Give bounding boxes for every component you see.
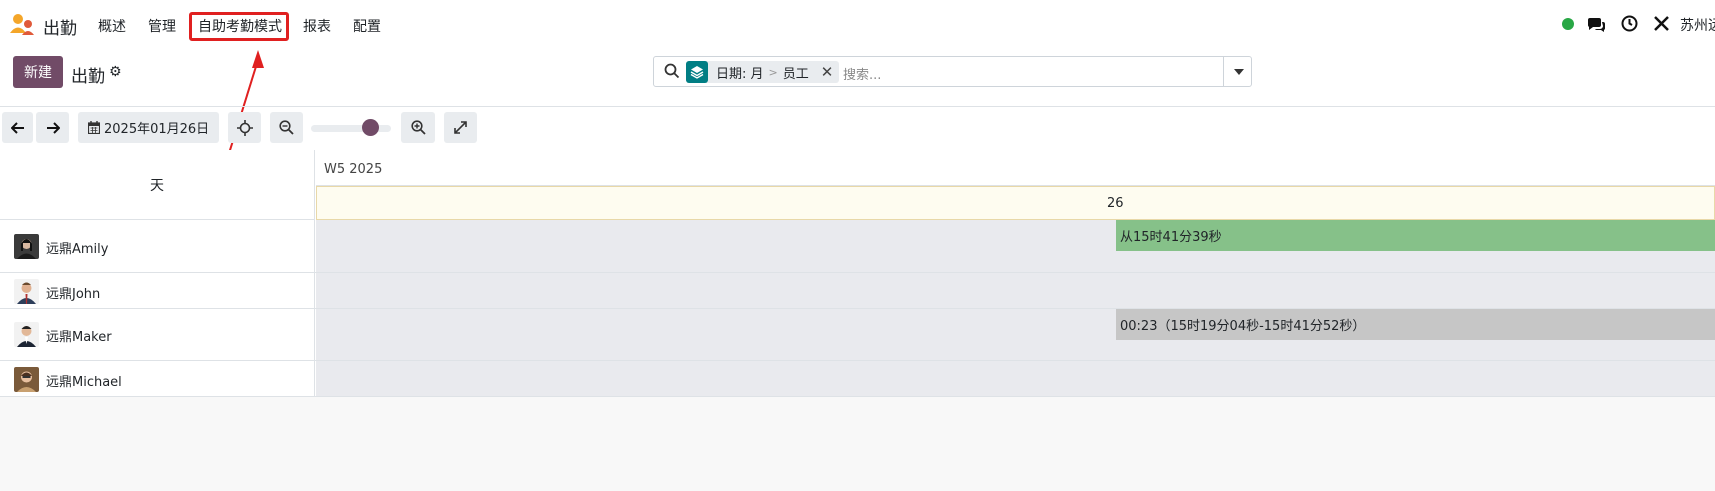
employee-name[interactable]: 远鼎Michael (46, 371, 122, 390)
employee-name[interactable]: 远鼎Amily (46, 238, 108, 257)
gantt-view: 天 W5 2025 26 远鼎Amily 从15时41分39秒 远鼎John 远… (0, 150, 1715, 491)
week-label: W5 2025 (324, 162, 383, 177)
zoom-in-button[interactable] (401, 112, 435, 143)
previous-button[interactable] (2, 112, 33, 143)
close-icon[interactable]: ✕ (821, 63, 834, 81)
gear-icon[interactable]: ⚙ (109, 64, 122, 80)
arrow-right-icon (46, 121, 60, 134)
row-timeline[interactable]: 从15时41分39秒 (316, 220, 1715, 272)
new-button[interactable]: 新建 (13, 56, 63, 88)
chat-icon[interactable] (1587, 16, 1605, 32)
crosshair-icon (236, 119, 253, 136)
company-name[interactable]: 苏州远 (1680, 15, 1715, 35)
calendar-icon (88, 121, 100, 134)
attendance-pill[interactable]: 00:23（15时19分04秒-15时41分52秒） (1116, 309, 1715, 340)
focus-today-button[interactable] (228, 112, 261, 143)
view-title: 出勤 (71, 67, 105, 87)
date-label: 2025年01月26日 (104, 122, 210, 137)
menu-item-reports[interactable]: 报表 (303, 16, 331, 36)
row-header: 远鼎Michael (0, 361, 315, 396)
gantt-row: 远鼎John (0, 273, 1715, 309)
expand-button[interactable] (444, 112, 477, 143)
caret-down-icon (1233, 68, 1244, 75)
zoom-slider-handle[interactable] (362, 119, 379, 136)
avatar (14, 367, 39, 392)
avatar (14, 322, 39, 347)
zoom-out-icon (279, 120, 294, 135)
gantt-row: 远鼎Michael (0, 361, 1715, 397)
gantt-row: 远鼎Amily 从15时41分39秒 (0, 220, 1715, 273)
next-button[interactable] (36, 112, 69, 143)
row-header: 远鼎Maker (0, 309, 315, 360)
search-facet: 日期: 月 > 员工 ✕ (686, 61, 840, 83)
row-header: 远鼎John (0, 273, 315, 308)
facet-label-date: 日期: 月 (716, 66, 764, 82)
row-header: 远鼎Amily (0, 220, 315, 272)
row-timeline[interactable] (316, 273, 1715, 308)
day-header[interactable]: 26 (316, 186, 1715, 220)
search-bar[interactable]: 日期: 月 > 员工 ✕ 搜索... (653, 56, 1252, 87)
row-timeline[interactable]: 00:23（15时19分04秒-15时41分52秒） (316, 309, 1715, 360)
arrow-left-icon (10, 121, 24, 134)
zoom-in-icon (410, 120, 426, 135)
facet-label-employee: 员工 (782, 66, 809, 82)
date-picker-button[interactable]: 2025年01月26日 (78, 112, 219, 143)
gantt-toolbar: 2025年01月26日 (0, 107, 1715, 149)
expand-icon (454, 121, 467, 134)
zoom-slider[interactable] (311, 125, 391, 132)
avatar (14, 234, 39, 259)
empty-area (0, 397, 1715, 491)
week-header: W5 2025 (316, 150, 1715, 186)
facet-separator: > (768, 65, 778, 79)
status-dot-icon[interactable] (1562, 18, 1574, 30)
employee-name[interactable]: 远鼎Maker (46, 326, 112, 345)
day-label: 26 (1107, 196, 1124, 211)
zoom-out-button[interactable] (270, 112, 303, 143)
employee-name[interactable]: 远鼎John (46, 283, 100, 302)
gantt-row: 远鼎Maker 00:23（15时19分04秒-15时41分52秒） (0, 309, 1715, 361)
avatar (14, 279, 39, 304)
clock-icon[interactable] (1621, 15, 1638, 32)
menu-item-configuration[interactable]: 配置 (353, 16, 381, 36)
tools-icon[interactable] (1653, 15, 1670, 32)
control-panel: 新建 出勤 ⚙ 日期: 月 > 员工 ✕ 搜索... (0, 46, 1715, 107)
search-icon[interactable] (664, 63, 680, 79)
layers-icon (686, 61, 708, 83)
search-dropdown-toggle[interactable] (1223, 57, 1253, 86)
attendance-pill[interactable]: 从15时41分39秒 (1116, 220, 1715, 251)
group-header: 天 (0, 150, 315, 220)
search-input[interactable]: 搜索... (843, 64, 881, 83)
row-timeline[interactable] (316, 361, 1715, 396)
